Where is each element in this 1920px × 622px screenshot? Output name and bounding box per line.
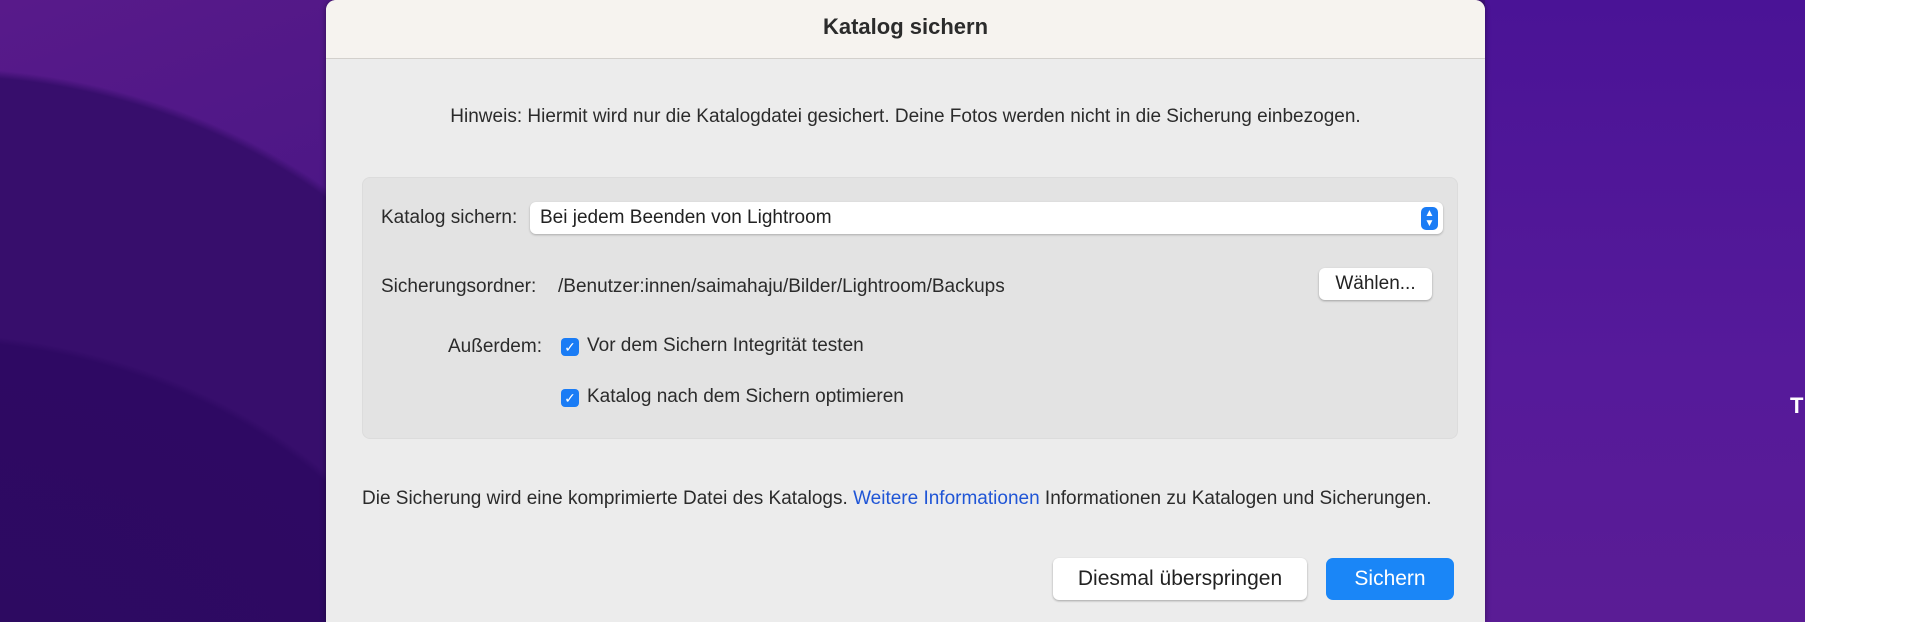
dialog-title: Katalog sichern — [326, 0, 1485, 59]
optimize-checkbox[interactable]: ✓ — [561, 389, 579, 407]
hint-text: Hinweis: Hiermit wird nur die Katalogdat… — [450, 106, 1361, 127]
chevron-updown-icon: ▲ ▼ — [1421, 207, 1438, 230]
backup-catalog-dialog: Katalog sichern Hinweis: Hiermit wird nu… — [326, 0, 1485, 622]
wallpaper-gradient — [1485, 0, 1805, 622]
skip-button[interactable]: Diesmal überspringen — [1053, 558, 1307, 600]
more-info-link[interactable]: Weitere Informationen — [853, 488, 1040, 509]
save-button[interactable]: Sichern — [1326, 558, 1454, 600]
backup-folder-label: Sicherungsordner: — [381, 276, 537, 297]
integrity-checkbox[interactable]: ✓ — [561, 338, 579, 356]
integrity-label: Vor dem Sichern Integrität testen — [587, 335, 864, 356]
optimize-label: Katalog nach dem Sichern optimieren — [587, 386, 904, 407]
backup-frequency-value: Bei jedem Beenden von Lightroom — [540, 207, 832, 228]
settings-group: Katalog sichern: Bei jedem Beenden von L… — [362, 177, 1458, 439]
also-label: Außerdem: — [448, 336, 542, 357]
edge-text: T — [1790, 393, 1804, 418]
backup-frequency-label: Katalog sichern: — [381, 207, 518, 228]
footer-description: Die Sicherung wird eine komprimierte Dat… — [362, 488, 848, 509]
backup-folder-path: /Benutzer:innen/saimahaju/Bilder/Lightro… — [558, 276, 1005, 297]
choose-folder-button[interactable]: Wählen... — [1319, 268, 1432, 300]
footer-after: Informationen zu Katalogen und Sicherung… — [1044, 488, 1432, 509]
footer-text: Die Sicherung wird eine komprimierte Dat… — [362, 488, 1452, 510]
backup-frequency-select[interactable]: Bei jedem Beenden von Lightroom ▲ ▼ — [530, 202, 1443, 234]
